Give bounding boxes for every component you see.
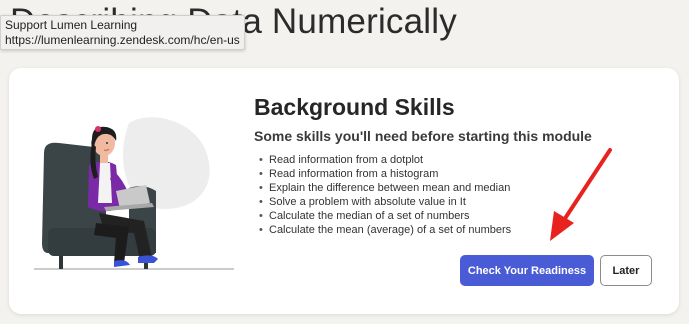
skill-label: Read information from a dotplot — [269, 154, 424, 166]
skill-label: Read information from a histogram — [269, 168, 439, 180]
list-item: • Calculate the mean (average) of a set o… — [259, 223, 511, 237]
skill-label: Solve a problem with absolute value in I… — [269, 196, 466, 208]
list-item: • Read information from a dotplot — [259, 153, 511, 167]
check-your-readiness-button[interactable]: Check Your Readiness — [460, 255, 594, 286]
list-item: • Read information from a histogram — [259, 167, 511, 181]
woman-reading-illustration — [34, 117, 234, 270]
list-item: • Explain the difference between mean and… — [259, 181, 511, 195]
bullet-icon: • — [259, 210, 263, 222]
later-button[interactable]: Later — [600, 255, 652, 286]
bullet-icon: • — [259, 196, 263, 208]
skill-label: Calculate the mean (average) of a set of… — [269, 224, 512, 236]
card-title: Background Skills — [254, 94, 455, 120]
list-item: • Solve a problem with absolute value in … — [259, 195, 511, 209]
skill-label: Explain the difference between mean and … — [269, 182, 511, 194]
link-tooltip: Support Lumen Learning https://lumenlear… — [0, 15, 245, 50]
skills-list: • Read information from a dotplot • Read i… — [259, 153, 511, 237]
tooltip-url: https://lumenlearning.zendesk.com/hc/en-… — [5, 33, 240, 47]
bullet-icon: • — [259, 182, 263, 194]
red-arrow-icon — [550, 148, 612, 241]
bullet-icon: • — [259, 168, 263, 180]
card-subtitle: Some skills you'll need before starting … — [254, 128, 592, 144]
skill-label: Calculate the median of a set of numbers — [269, 210, 470, 222]
tooltip-title: Support Lumen Learning — [5, 18, 138, 32]
list-item: • Calculate the median of a set of number… — [259, 209, 511, 223]
bullet-icon: • — [259, 154, 263, 166]
bullet-icon: • — [259, 224, 263, 236]
